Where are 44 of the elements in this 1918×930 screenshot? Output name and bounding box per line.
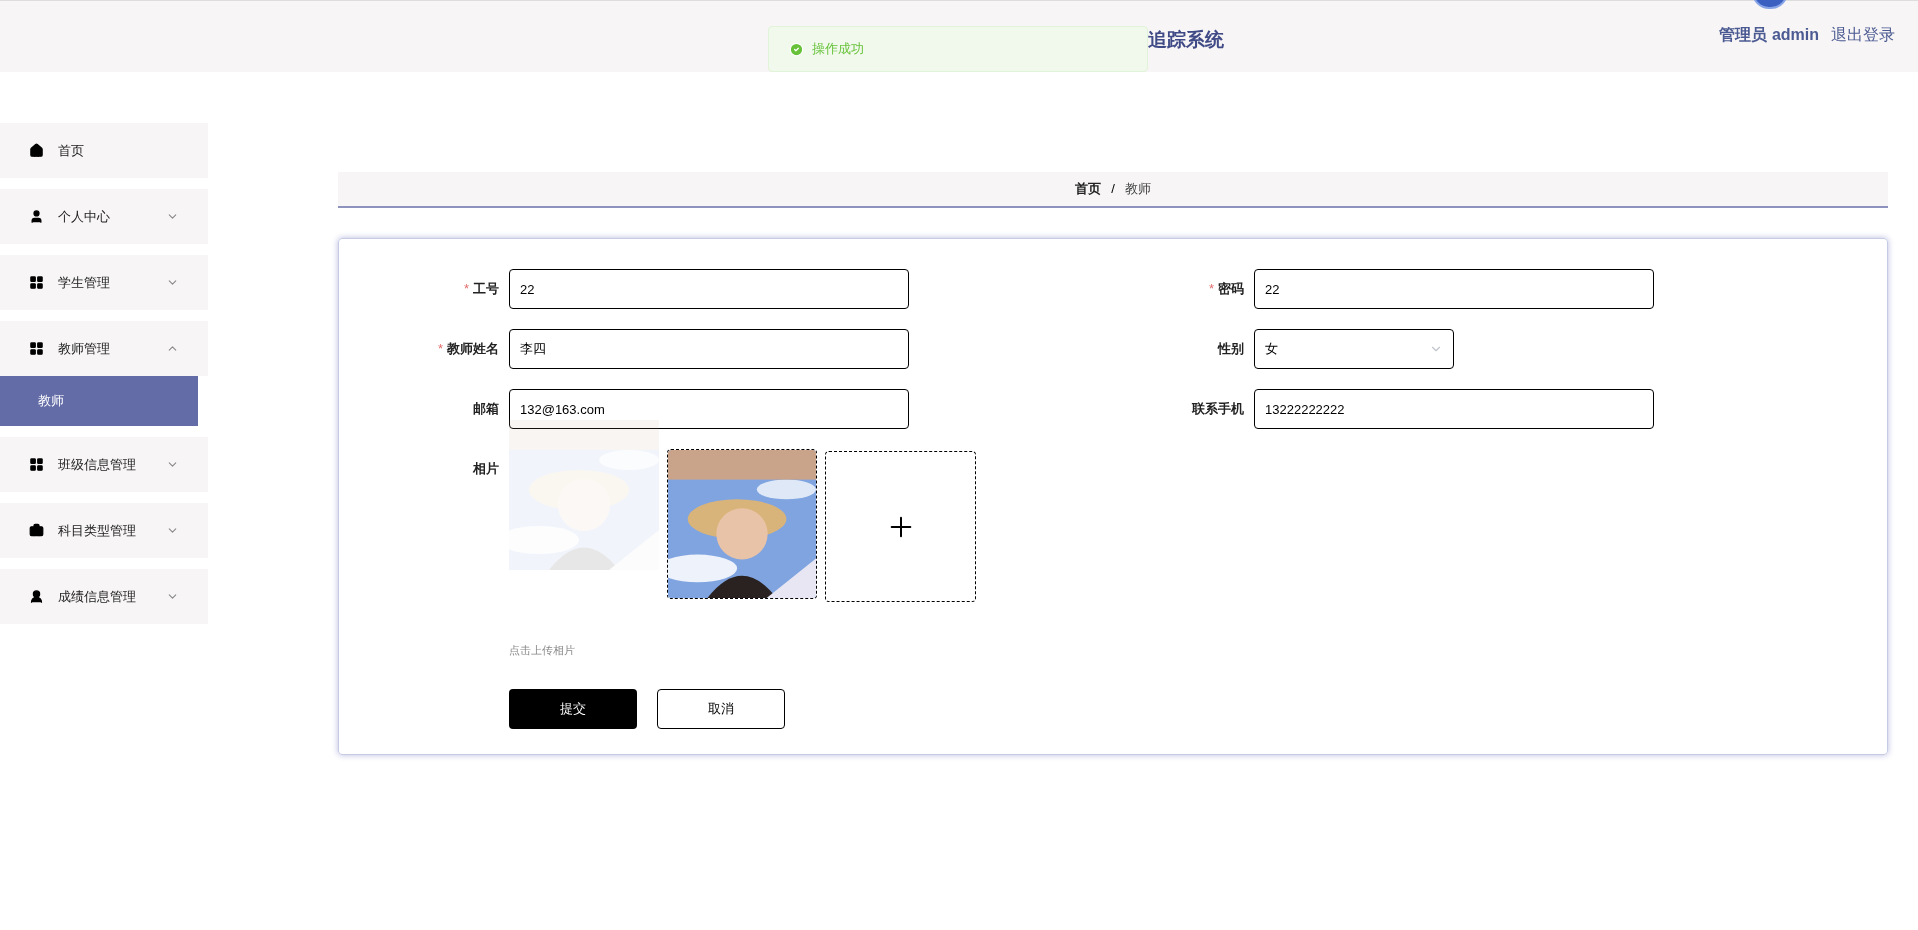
grid-icon — [29, 457, 44, 472]
logout-link[interactable]: 退出登录 — [1831, 23, 1895, 47]
sidebar-item[interactable]: 首页 — [0, 123, 208, 178]
input-field[interactable]: 李四 — [509, 329, 909, 369]
input-field[interactable]: 13222222222 — [1254, 389, 1654, 429]
grid-icon — [29, 341, 44, 356]
input-field[interactable]: 132@163.com — [509, 389, 909, 429]
field-label: 教师姓名 — [447, 340, 499, 359]
field-label: 密码 — [1218, 280, 1244, 299]
briefcase-icon — [29, 523, 44, 538]
system-title: 追踪系统 — [1148, 28, 1224, 52]
field-label: 邮箱 — [473, 400, 499, 419]
input-field[interactable]: 22 — [509, 269, 909, 309]
breadcrumb-link[interactable]: 教师 — [1124, 179, 1151, 199]
sidebar-item[interactable]: 科目类型管理 — [0, 503, 208, 558]
input-field[interactable]: 22 — [1254, 269, 1654, 309]
field-label: 相片 — [473, 460, 499, 478]
submenu-item[interactable]: 教师 — [0, 376, 198, 426]
user-label: 管理员 admin — [1719, 25, 1819, 45]
toast-message: 操作成功 — [812, 40, 864, 59]
required-mark: * — [463, 280, 469, 299]
required-mark: * — [437, 340, 443, 359]
select-value: 女 — [1265, 340, 1278, 359]
sidebar-item[interactable]: 成绩信息管理 — [0, 569, 208, 624]
gender-select[interactable]: 女 — [1254, 329, 1454, 369]
field-label: 联系手机 — [1192, 400, 1244, 419]
user-icon — [29, 589, 44, 604]
home-icon — [29, 143, 44, 158]
breadcrumb-separator: / — [1111, 180, 1115, 199]
upload-box[interactable] — [825, 451, 976, 602]
sidebar-item[interactable]: 个人中心 — [0, 189, 208, 244]
sidebar-item[interactable]: 教师管理 — [0, 321, 208, 376]
check-icon — [789, 41, 804, 57]
submit-button[interactable]: 提交 — [509, 688, 637, 729]
sidebar-item[interactable]: 学生管理 — [0, 255, 208, 310]
upload-hint: 点击上传相片 — [509, 643, 576, 658]
required-mark: * — [1208, 280, 1214, 299]
sidebar-item[interactable]: 班级信息管理 — [0, 437, 208, 492]
breadcrumb-link[interactable]: 首页 — [1075, 179, 1102, 199]
cancel-button[interactable]: 取消 — [657, 688, 785, 729]
field-label: 性别 — [1218, 340, 1244, 359]
grid-icon — [29, 275, 44, 290]
field-label: 工号 — [473, 280, 499, 299]
user-icon — [29, 209, 44, 224]
